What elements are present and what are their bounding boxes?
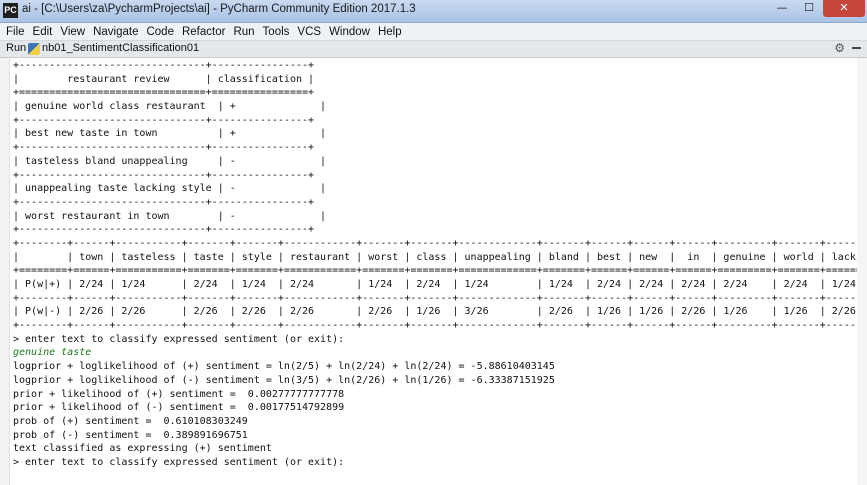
- run-config-tab[interactable]: nb01_SentimentClassification01: [42, 42, 199, 54]
- window-controls: — ☐ ✕: [768, 0, 865, 18]
- console-line: text classified as expressing (+) sentim…: [13, 443, 272, 455]
- close-button[interactable]: ✕: [823, 0, 865, 17]
- console-line: +--------+------+-----------+-------+---…: [13, 320, 867, 332]
- window-title: ai - [C:\Users\za\PycharmProjects\ai] - …: [22, 3, 416, 15]
- window-titlebar[interactable]: ai - [C:\Users\za\PycharmProjects\ai] - …: [0, 0, 867, 23]
- console-line: prior + likelihood of (-) sentiment = 0.…: [13, 402, 345, 414]
- console-line: +-------------------------------+-------…: [13, 224, 315, 236]
- menu-view[interactable]: View: [56, 26, 89, 38]
- console-line: prob of (-) sentiment = 0.389891696751: [13, 429, 248, 441]
- console-line: +========+======+===========+=======+===…: [13, 265, 867, 277]
- maximize-button[interactable]: ☐: [796, 0, 822, 17]
- console-user-input: genuine taste: [13, 347, 92, 359]
- console-scrollbar[interactable]: [857, 58, 867, 485]
- run-label: Run: [6, 42, 27, 54]
- console-line: prob of (+) sentiment = 0.610108303249: [13, 415, 248, 427]
- console-line: | P(w|+) | 2/24 | 1/24 | 2/24 | 1/24 | 2…: [13, 279, 867, 290]
- console-line: | best new taste in town | + |: [13, 128, 327, 140]
- console-line: +-------------------------------+-------…: [13, 169, 315, 181]
- menu-refactor[interactable]: Refactor: [178, 26, 229, 38]
- minimize-button[interactable]: —: [769, 0, 795, 17]
- run-console[interactable]: +-------------------------------+-------…: [0, 58, 867, 485]
- console-line: logprior + loglikelihood of (+) sentimen…: [13, 361, 555, 373]
- menu-window[interactable]: Window: [325, 26, 374, 38]
- console-line: logprior + loglikelihood of (-) sentimen…: [13, 374, 555, 386]
- console-line: +-------------------------------+-------…: [13, 60, 315, 71]
- console-line: prior + likelihood of (+) sentiment = 0.…: [13, 388, 345, 400]
- console-line: | genuine world class restaurant | + |: [13, 101, 327, 113]
- console-line: | unappealing taste lacking style | - |: [13, 183, 327, 195]
- gear-icon[interactable]: ⚙: [834, 41, 845, 55]
- run-toolwindow-header: Run nb01_SentimentClassification01 ⚙: [0, 41, 867, 58]
- console-output[interactable]: +-------------------------------+-------…: [13, 59, 867, 470]
- console-line: +-------------------------------+-------…: [13, 142, 315, 154]
- menu-file[interactable]: File: [0, 26, 29, 38]
- console-prompt: > enter text to classify expressed senti…: [13, 333, 345, 345]
- menu-navigate[interactable]: Navigate: [89, 26, 142, 38]
- menu-help[interactable]: Help: [374, 26, 406, 38]
- pycharm-app-icon: [3, 3, 18, 18]
- menu-edit[interactable]: Edit: [29, 26, 57, 38]
- console-line: | tasteless bland unappealing | - |: [13, 155, 327, 167]
- python-file-icon: [28, 43, 40, 55]
- console-line: +--------+------+-----------+-------+---…: [13, 292, 867, 304]
- console-line: +===============================+=======…: [13, 87, 315, 99]
- hide-panel-icon[interactable]: [852, 47, 861, 49]
- console-gutter: [0, 58, 10, 485]
- console-line: +-------------------------------+-------…: [13, 196, 315, 208]
- menu-vcs[interactable]: VCS: [293, 26, 325, 38]
- console-line: +-------------------------------+-------…: [13, 114, 315, 126]
- menu-tools[interactable]: Tools: [259, 26, 294, 38]
- menu-run[interactable]: Run: [229, 26, 258, 38]
- console-line: | P(w|-) | 2/26 | 2/26 | 2/26 | 2/26 | 2…: [13, 306, 867, 318]
- console-line: +--------+------+-----------+-------+---…: [13, 237, 867, 249]
- menu-bar: File Edit View Navigate Code Refactor Ru…: [0, 23, 867, 41]
- menu-code[interactable]: Code: [142, 26, 178, 38]
- console-line: | worst restaurant in town | - |: [13, 210, 327, 222]
- console-line: | | town | tasteless | taste | style | r…: [13, 251, 867, 263]
- console-prompt: > enter text to classify expressed senti…: [13, 456, 345, 468]
- console-line: | restaurant review | classification |: [13, 73, 315, 85]
